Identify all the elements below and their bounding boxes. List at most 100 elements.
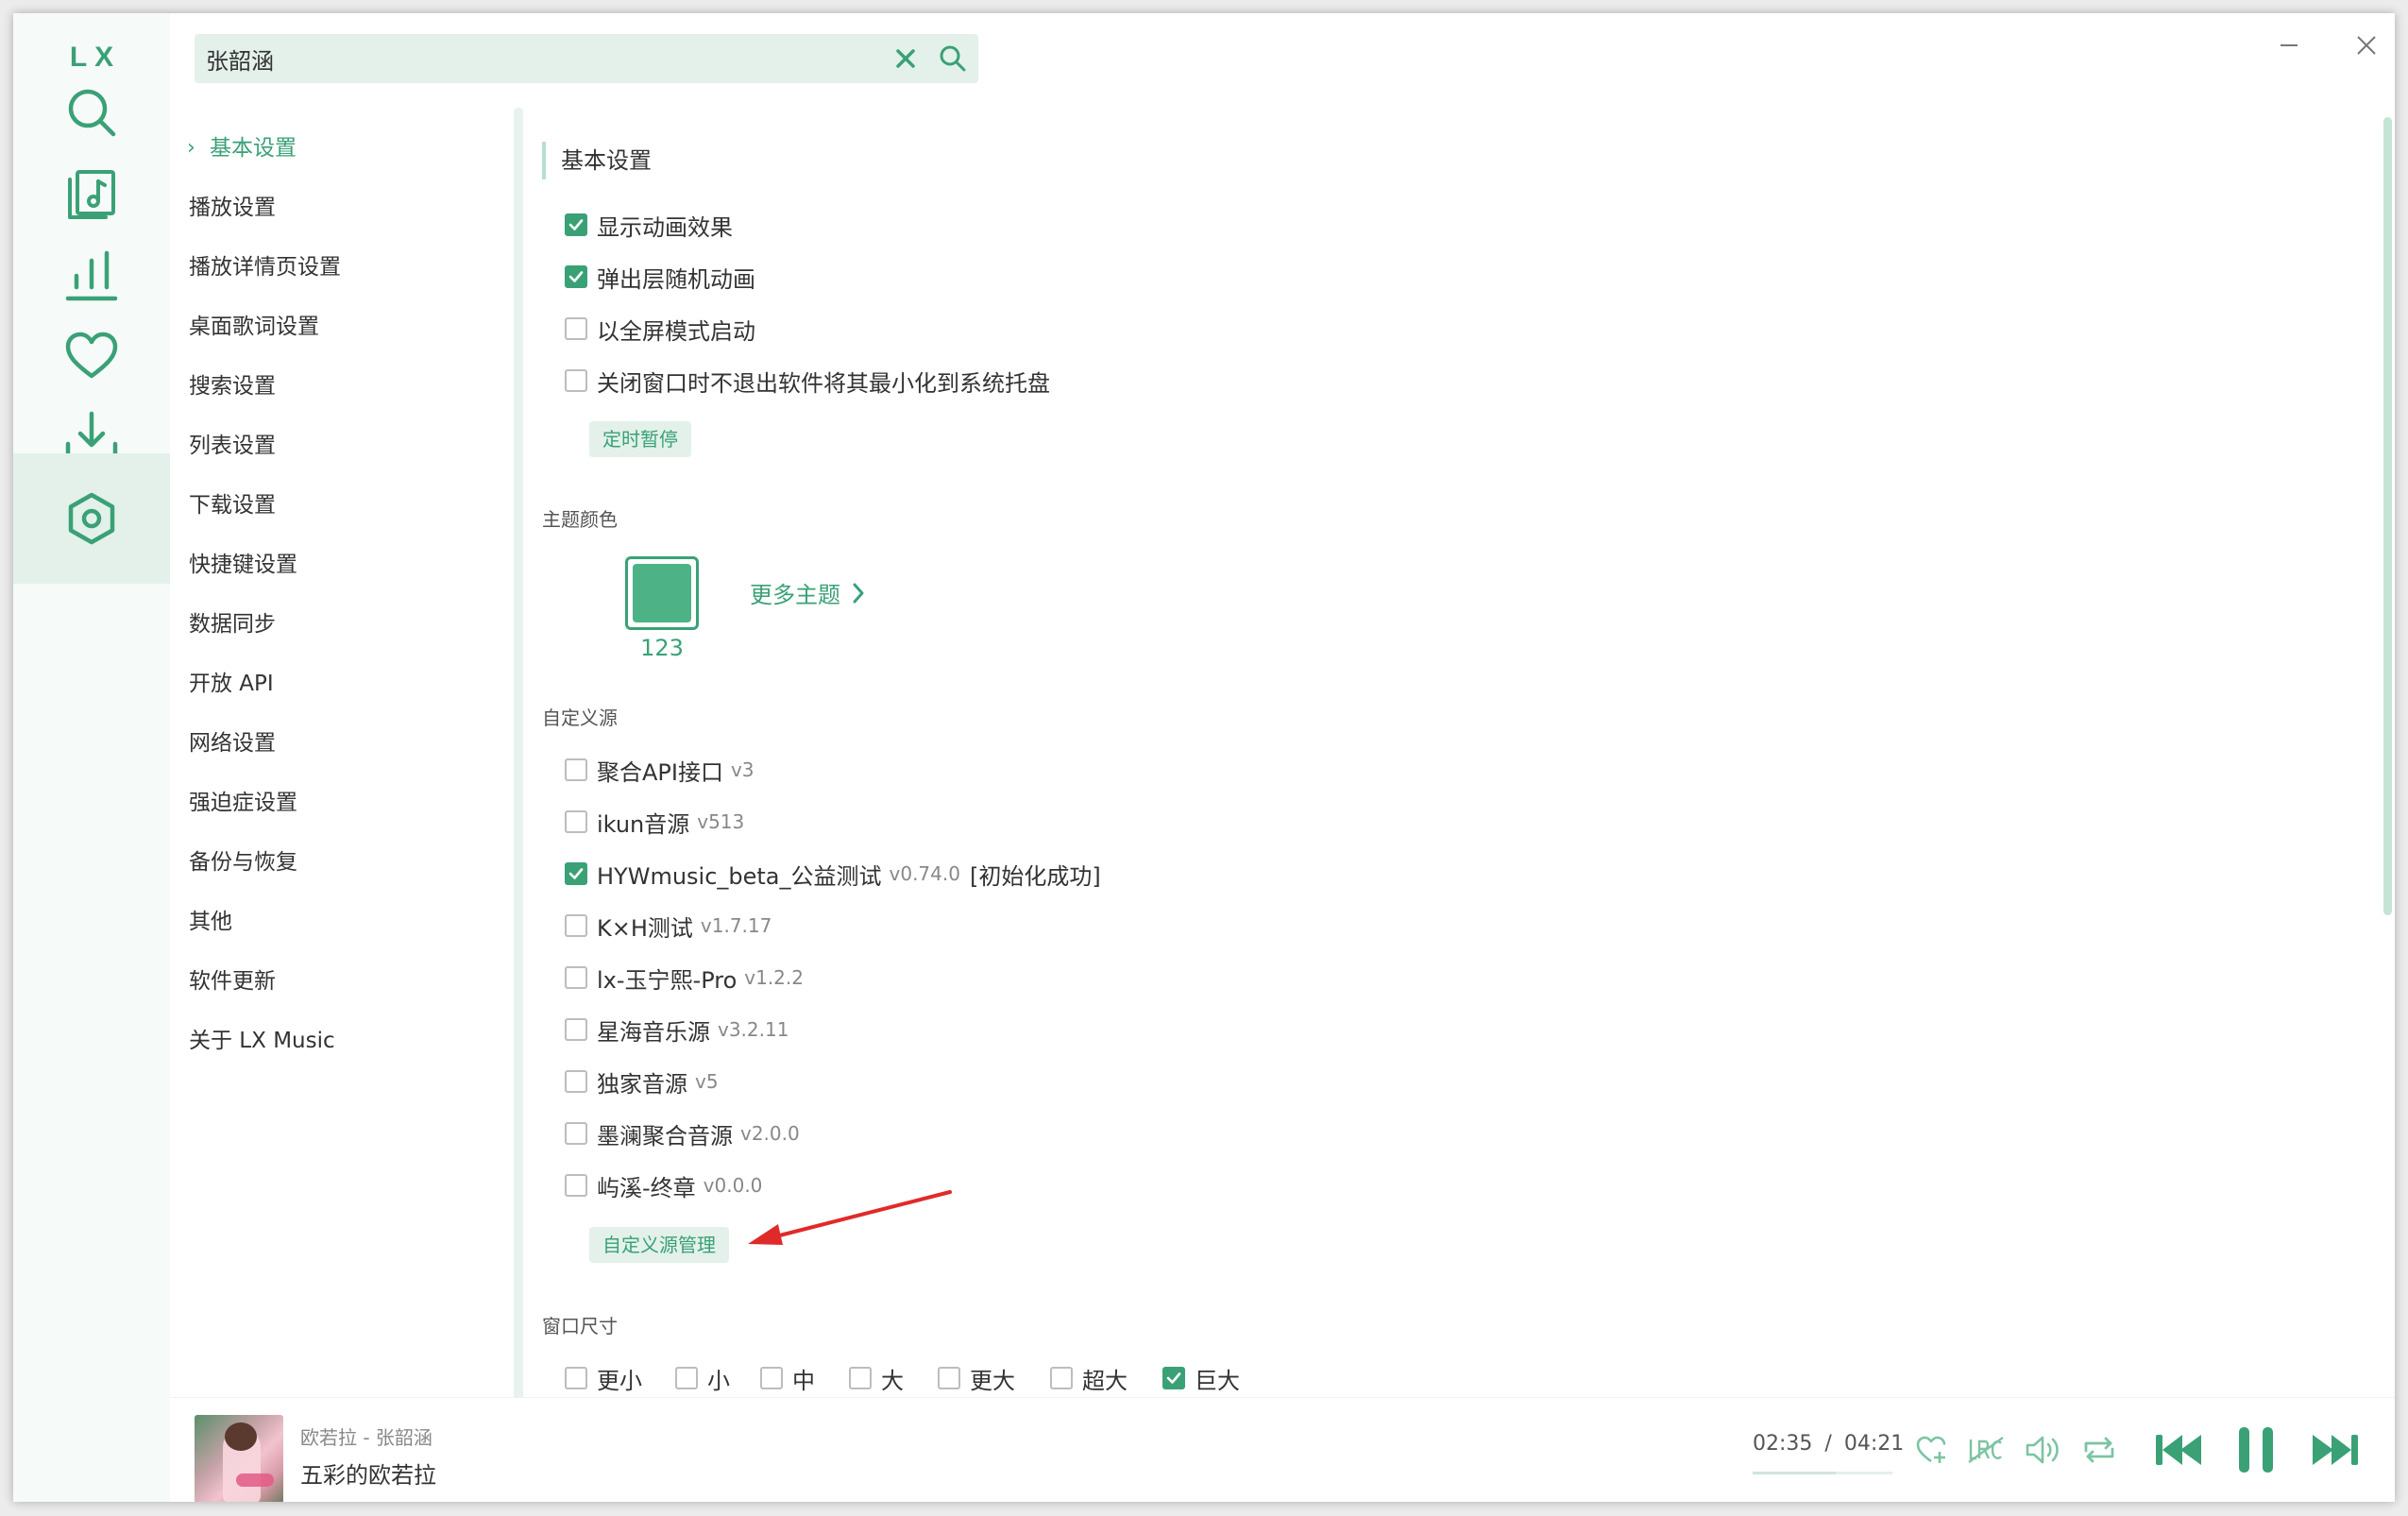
settings-nav: › 基本设置 播放设置 播放详情页设置 桌面歌词设置 搜索设置 列表设置 下载设… bbox=[170, 108, 529, 1397]
checkbox-box bbox=[565, 1174, 587, 1197]
time-separator: / bbox=[1824, 1432, 1832, 1456]
window-size-option[interactable]: 中 bbox=[760, 1361, 815, 1395]
window-size-option[interactable]: 大 bbox=[849, 1361, 904, 1395]
nav-item-search[interactable]: 搜索设置 bbox=[189, 367, 276, 405]
repeat-mode-button[interactable] bbox=[2076, 1426, 2123, 1473]
cover-signature bbox=[236, 1473, 274, 1487]
album-cover[interactable] bbox=[195, 1415, 283, 1502]
checkbox-box bbox=[1162, 1367, 1185, 1389]
content-scrollbar[interactable] bbox=[2383, 117, 2392, 915]
source-item[interactable]: lx-玉宁熙-Pro v1.2.2 bbox=[565, 961, 804, 995]
checkbox-box bbox=[565, 758, 587, 781]
nav-item-playback[interactable]: 播放设置 bbox=[189, 189, 276, 227]
side-rail: LX bbox=[13, 13, 170, 1502]
progress-fill bbox=[1753, 1472, 1836, 1474]
pause-icon bbox=[2239, 1427, 2273, 1473]
heart-add-icon bbox=[1916, 1436, 1946, 1463]
nav-item-hotkey[interactable]: 快捷键设置 bbox=[189, 546, 297, 584]
like-button[interactable] bbox=[1908, 1426, 1955, 1473]
song-title: 五彩的欧若拉 bbox=[300, 1462, 436, 1489]
chevron-right-icon bbox=[853, 583, 864, 603]
section-title-custom-source: 自定义源 bbox=[542, 707, 618, 729]
cover-hair bbox=[225, 1422, 257, 1451]
next-icon bbox=[2313, 1435, 2358, 1465]
nav-item-download[interactable]: 下载设置 bbox=[189, 486, 276, 524]
previous-button[interactable] bbox=[2149, 1421, 2208, 1479]
source-item[interactable]: 聚合API接口 v3 bbox=[565, 753, 755, 787]
window-size-option[interactable]: 超大 bbox=[1050, 1361, 1128, 1395]
repeat-icon bbox=[2084, 1437, 2114, 1463]
check-icon bbox=[1166, 1372, 1181, 1384]
section-title-window-size: 窗口尺寸 bbox=[542, 1315, 618, 1337]
nav-item-play-detail[interactable]: 播放详情页设置 bbox=[189, 248, 341, 286]
check-icon bbox=[568, 219, 584, 230]
content-scroll-edge bbox=[514, 108, 523, 1402]
close-icon bbox=[896, 49, 915, 68]
timer-pause-button[interactable]: 定时暂停 bbox=[589, 421, 691, 457]
minimize-button[interactable] bbox=[2266, 26, 2312, 64]
window-size-option[interactable]: 小 bbox=[675, 1361, 730, 1395]
search-bar bbox=[195, 34, 978, 83]
custom-source-manage-button[interactable]: 自定义源管理 bbox=[589, 1227, 729, 1263]
progress-bar[interactable] bbox=[1753, 1472, 1892, 1474]
checkbox-box bbox=[565, 1070, 587, 1093]
checkbox-box bbox=[565, 862, 587, 885]
checkbox-box bbox=[565, 966, 587, 989]
nav-item-about[interactable]: 关于 LX Music bbox=[189, 1022, 335, 1060]
checkbox-fullscreen-start[interactable]: 以全屏模式启动 bbox=[565, 312, 755, 346]
source-item[interactable]: 独家音源 v5 bbox=[565, 1065, 719, 1099]
nav-item-list[interactable]: 列表设置 bbox=[189, 427, 276, 465]
close-icon bbox=[2357, 36, 2376, 55]
volume-button[interactable] bbox=[2019, 1426, 2066, 1473]
window-size-option[interactable]: 巨大 bbox=[1162, 1361, 1240, 1395]
source-item[interactable]: HYWmusic_beta_公益测试 v0.74.0 [初始化成功] bbox=[565, 857, 1101, 891]
minimize-icon bbox=[2281, 44, 2298, 46]
checkbox-box bbox=[565, 810, 587, 833]
checkbox-show-animation[interactable]: 显示动画效果 bbox=[565, 208, 733, 242]
next-button[interactable] bbox=[2306, 1421, 2365, 1479]
window-size-option[interactable]: 更小 bbox=[565, 1361, 642, 1395]
checkbox-box bbox=[565, 1018, 587, 1041]
source-item[interactable]: K×H测试 v1.7.17 bbox=[565, 909, 772, 943]
source-item[interactable]: ikun音源 v513 bbox=[565, 805, 744, 839]
checkbox-random-popup-animation[interactable]: 弹出层随机动画 bbox=[565, 260, 755, 294]
chevron-right-icon: › bbox=[187, 136, 195, 160]
checkbox-box bbox=[565, 317, 587, 340]
app-window: LX 张韶涵 › 基本设置 播放设置 播放详情页设置 桌面歌词设置 搜索设置 列… bbox=[13, 13, 2395, 1502]
search-input[interactable] bbox=[206, 34, 867, 83]
nav-item-sync[interactable]: 数据同步 bbox=[189, 605, 276, 643]
nav-item-basic[interactable]: › 基本设置 bbox=[187, 129, 297, 167]
volume-icon bbox=[2026, 1436, 2059, 1464]
checkbox-box bbox=[565, 1367, 587, 1389]
search-icon bbox=[940, 45, 966, 72]
annotation-arrow bbox=[748, 1190, 952, 1245]
rail-settings[interactable] bbox=[13, 453, 170, 584]
theme-swatch[interactable] bbox=[625, 556, 699, 630]
clear-search-button[interactable] bbox=[889, 42, 923, 76]
nav-item-other[interactable]: 其他 bbox=[189, 903, 232, 941]
current-time: 02:35 bbox=[1753, 1432, 1813, 1456]
search-button[interactable] bbox=[934, 40, 972, 77]
nav-item-desktop-lyric[interactable]: 桌面歌词设置 bbox=[189, 308, 319, 346]
source-item[interactable]: 墨澜聚合音源 v2.0.0 bbox=[565, 1116, 800, 1150]
play-time: 02:35 / 04:21 bbox=[1753, 1432, 1904, 1456]
nav-item-update[interactable]: 软件更新 bbox=[189, 962, 276, 1000]
window-size-option[interactable]: 更大 bbox=[938, 1361, 1015, 1395]
source-item[interactable]: 星海音乐源 v3.2.11 bbox=[565, 1013, 789, 1047]
lyric-icon bbox=[1968, 1437, 2004, 1463]
pause-button[interactable] bbox=[2227, 1419, 2285, 1481]
source-item[interactable]: 屿溪-终章 v0.0.0 bbox=[565, 1168, 762, 1202]
nav-item-backup[interactable]: 备份与恢复 bbox=[189, 843, 297, 881]
total-time: 04:21 bbox=[1843, 1432, 1905, 1456]
checkbox-minimize-to-tray[interactable]: 关闭窗口时不退出软件将其最小化到系统托盘 bbox=[565, 364, 1050, 398]
more-themes-link[interactable]: 更多主题 bbox=[750, 576, 865, 609]
nav-item-open-api[interactable]: 开放 API bbox=[189, 665, 274, 703]
nav-item-odc[interactable]: 强迫症设置 bbox=[189, 784, 297, 822]
section-title-basic: 基本设置 bbox=[542, 142, 652, 179]
desktop-lyric-button[interactable] bbox=[1962, 1426, 2009, 1473]
nav-item-network[interactable]: 网络设置 bbox=[189, 724, 276, 762]
song-artist: 欧若拉 - 张韶涵 bbox=[300, 1426, 432, 1449]
close-window-button[interactable] bbox=[2344, 26, 2389, 64]
checkbox-box bbox=[565, 265, 587, 288]
section-title-theme: 主题颜色 bbox=[542, 508, 618, 531]
